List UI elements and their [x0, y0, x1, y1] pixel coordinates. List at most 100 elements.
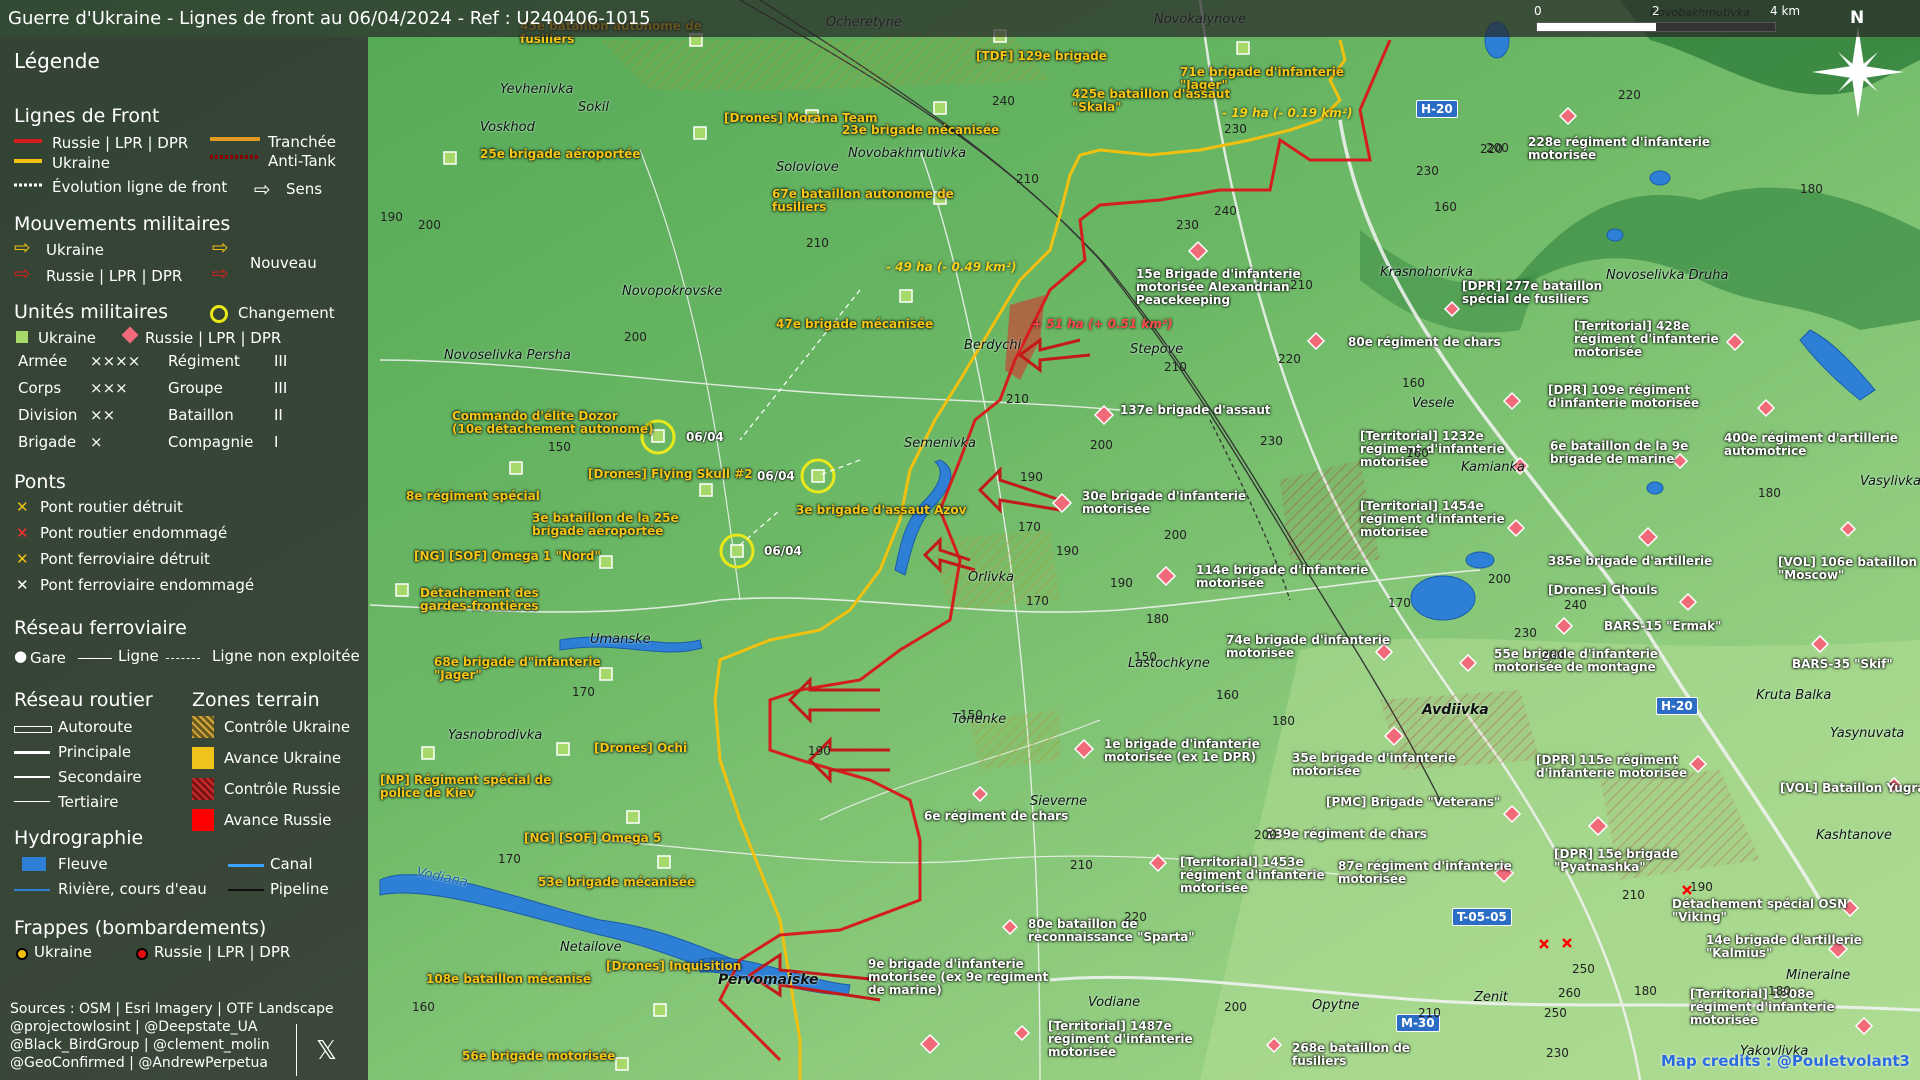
terrain-swatch [192, 778, 214, 800]
ru-unit-label[interactable]: 74e brigade d'infanterie motorisée [1226, 634, 1390, 660]
ru-unit-label[interactable]: BARS-35 "Skif" [1792, 658, 1893, 671]
town-label: Sieverne [1030, 794, 1088, 809]
ua-unit-label[interactable]: Détachement des gardes-frontières [420, 587, 539, 613]
ua-unit-label[interactable]: 425e bataillon d'assaut "Skala" [1072, 88, 1230, 114]
legend-ua-unit: Ukraine [38, 329, 96, 347]
movements-heading: Mouvements militaires [14, 213, 231, 235]
legend-road-item: Principale [58, 743, 132, 761]
stat-ua-loss: - 19 ha (- 0.19 km²) [1222, 106, 1353, 120]
legend-title: Légende [14, 49, 100, 73]
ua-unit-label[interactable]: 25e brigade aéroportée [480, 148, 640, 161]
ru-unit-label[interactable]: 30e brigade d'infanterie motorisée [1082, 490, 1246, 516]
x-logo-icon[interactable]: 𝕏 [316, 1036, 337, 1066]
unit-echelon-bs: II [274, 406, 283, 424]
ru-unit-label[interactable]: 6e régiment de chars [924, 810, 1068, 823]
change-circle-icon [210, 305, 228, 323]
ru-unit-label[interactable]: [DPR] 277e bataillon spécial de fusiliers [1462, 280, 1602, 306]
ua-unit-label[interactable]: [NG] [SOF] Omega 5 [524, 832, 661, 845]
elevation-label: 210 [806, 236, 829, 250]
elevation-label: 150 [960, 708, 983, 722]
ru-unit-label[interactable]: 80e régiment de chars [1348, 336, 1501, 349]
town-label: Yasnobrodivka [448, 728, 543, 743]
elevation-label: 220 [1278, 352, 1301, 366]
unit-echelon-a: Corps [18, 379, 62, 397]
ru-unit-label[interactable]: 114e brigade d'infanterie motorisée [1196, 564, 1368, 590]
ru-unit-label[interactable]: 1e brigade d'infanterie motorisée (ex 1e … [1104, 738, 1260, 764]
ru-unit-label[interactable]: BARS-15 "Ermak" [1604, 620, 1721, 633]
bridges-heading: Ponts [14, 471, 66, 493]
ua-unit-label[interactable]: Commando d'élite Dozor (10e détachement a… [452, 410, 654, 436]
elevation-label: 230 [1224, 122, 1247, 136]
town-label: Novoselivka Persha [444, 348, 571, 363]
ua-strike-icon [16, 948, 28, 960]
ru-unit-label[interactable]: [Territorial] 1453e régiment d'infanterie… [1180, 856, 1325, 895]
ru-unit-label[interactable]: [PMC] Brigade "Veterans" [1326, 796, 1500, 809]
ua-unit-label[interactable]: [Drones] Ochi [594, 742, 687, 755]
ru-unit-label[interactable]: 400e régiment d'artillerie automotrice [1724, 432, 1898, 458]
ru-unit-label[interactable]: [Territorial] 1487e régiment d'infanterie… [1048, 1020, 1193, 1059]
elevation-label: 240 [1564, 598, 1587, 612]
ru-unit-label[interactable]: 268e bataillon de fusiliers [1292, 1042, 1410, 1068]
ua-unit-label[interactable]: 8e régiment spécial [406, 490, 540, 503]
ru-unit-label[interactable]: 9e brigade d'infanterie motorisée (ex 9e … [868, 958, 1048, 997]
front-lines-heading: Lignes de Front [14, 105, 160, 127]
elevation-label: 230 [1514, 626, 1537, 640]
elevation-label: 160 [1402, 376, 1425, 390]
terrain-swatch [192, 809, 214, 831]
ru-unit-label[interactable]: [DPR] 115e régiment d'infanterie motorisé… [1536, 754, 1687, 780]
ua-unit-label[interactable]: [Drones] Flying Skull #2 [588, 468, 753, 481]
ru-unit-label[interactable]: 239e régiment de chars [1266, 828, 1427, 841]
elevation-label: 180 [1758, 486, 1781, 500]
ua-unit-label[interactable]: 67e bataillon autonome de fusiliers [772, 188, 954, 214]
ru-unit-label[interactable]: 137e brigade d'assaut [1120, 404, 1271, 417]
ru-unit-label[interactable]: 87e régiment d'infanterie motorisée [1338, 860, 1512, 886]
ru-unit-label[interactable]: 15e Brigade d'infanterie motorisée Alexan… [1136, 268, 1301, 307]
elevation-label: 240 [992, 94, 1015, 108]
town-label: Pervomaiske [718, 972, 819, 988]
elevation-label: 210 [1622, 888, 1645, 902]
elevation-label: 200 [1254, 828, 1277, 842]
ru-unit-label[interactable]: [Territorial] 1454e régiment d'infanterie… [1360, 500, 1505, 539]
ru-unit-label[interactable]: [DPR] 15e brigade "Pyatnashka" [1554, 848, 1678, 874]
ua-unit-label[interactable]: 3e bataillon de la 25e brigade aéroportée [532, 512, 679, 538]
ru-unit-label[interactable]: [Territorial] 428e régiment d'infanterie m… [1574, 320, 1719, 359]
stream-swatch [14, 889, 50, 891]
ua-unit-label[interactable]: 53e brigade mécanisée [538, 876, 695, 889]
ua-unit-label[interactable]: [Drones] Inquisition [606, 960, 741, 973]
ru-unit-label[interactable]: [Territorial] 1232e régiment d'infanterie… [1360, 430, 1505, 469]
town-label: Semenivka [904, 436, 976, 451]
ua-unit-label[interactable]: 23e brigade mécanisée [842, 124, 999, 137]
ru-unit-label[interactable]: [VOL] Bataillon Yugra [1780, 782, 1920, 795]
town-label: Novobakhmutivka [848, 146, 967, 161]
ru-unit-label[interactable]: 14e brigade d'artillerie "Kalmius" [1706, 934, 1862, 960]
elevation-label: 190 [1110, 576, 1133, 590]
ru-unit-label[interactable]: [DPR] 109e régiment d'infanterie motorisé… [1548, 384, 1699, 410]
legend-ukraine-line: Ukraine [52, 154, 110, 172]
ua-unit-label[interactable]: [NG] [SOF] Omega 1 "Nord" [414, 550, 601, 563]
ua-unit-label[interactable]: 3e brigade d'assaut Azov [796, 504, 966, 517]
ru-unit-label[interactable]: 35e brigade d'infanterie motorisée [1292, 752, 1456, 778]
unit-echelon-a: Division [18, 406, 78, 424]
ru-unit-label[interactable]: 6e bataillon de la 9e brigade de marine [1550, 440, 1688, 466]
ua-unit-label[interactable]: 56e brigade motorisée [462, 1050, 615, 1063]
elevation-label: 200 [624, 330, 647, 344]
legend-antitank: Anti-Tank [268, 152, 336, 170]
ua-unit-label[interactable]: [TDF] 129e brigade [976, 50, 1107, 63]
ru-unit-label[interactable]: [Territorial] 1308e régiment d'infanterie… [1690, 988, 1835, 1027]
ru-unit-label[interactable]: [Drones] Ghouls [1548, 584, 1658, 597]
ru-unit-label[interactable]: 228e régiment d'infanterie motorisée [1528, 136, 1710, 162]
legend-canal: Canal [270, 855, 313, 873]
ru-unit-label[interactable]: 385e brigade d'artillerie [1548, 555, 1712, 568]
ru-unit-label[interactable]: 55e brigade d'infanterie motorisée de mon… [1494, 648, 1658, 674]
ru-unit-label[interactable]: Détachement spécial OSN "Viking" [1672, 898, 1847, 924]
ru-unit-label[interactable]: 80e bataillon de reconnaissance "Sparta" [1028, 918, 1195, 944]
ru-unit-label[interactable]: [VOL] 106e bataillon "Moscow" [1778, 556, 1917, 582]
ua-unit-label[interactable]: 68e brigade d"infanterie "Jager" [434, 656, 601, 682]
legend-panel: Légende Lignes de Front Russie | LPR | D… [0, 37, 368, 1080]
elevation-label: 170 [1026, 594, 1049, 608]
legend-road-item: Secondaire [58, 768, 142, 786]
ua-unit-label[interactable]: [NP] Régiment spécial de police de Kiev [380, 774, 551, 800]
ua-unit-label[interactable]: 47e brigade mécanisée [776, 318, 933, 331]
ua-unit-label[interactable]: 108e bataillon mécanisé [426, 973, 591, 986]
scale-road-label: Novobakhmutivka [1650, 6, 1750, 19]
